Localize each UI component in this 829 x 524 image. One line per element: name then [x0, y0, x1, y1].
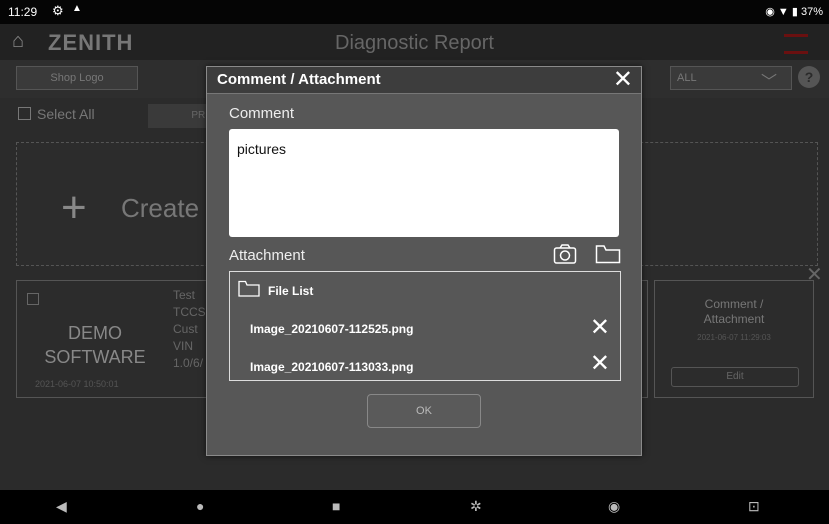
- report-detail: VIN: [173, 339, 194, 353]
- comment-card-title-line1: Comment /: [704, 297, 764, 311]
- demo-line1: DEMO: [68, 323, 122, 343]
- folder-icon[interactable]: [595, 244, 621, 269]
- comment-label: Comment: [229, 105, 295, 122]
- file-list-label: File List: [268, 284, 314, 298]
- comment-card-date: 2021-06-07 11:29:03: [697, 333, 771, 342]
- remove-file-icon[interactable]: ✕: [590, 316, 610, 340]
- home-nav-icon[interactable]: ●: [196, 498, 204, 514]
- status-bar: 11:29 ⚙ ▲ ◉ ▼ ▮ 37%: [0, 0, 829, 24]
- plus-icon: +: [61, 183, 87, 232]
- report-detail: TCCS: [173, 305, 206, 319]
- clock: 11:29: [8, 5, 38, 19]
- camera-icon[interactable]: [553, 243, 577, 270]
- dialog-title: Comment / Attachment: [217, 71, 381, 88]
- comment-value: pictures: [237, 141, 287, 157]
- navigation-bar: ◀ ● ■ ✲ ◉ ⊡: [0, 490, 829, 524]
- page-title: Diagnostic Report: [335, 32, 494, 54]
- back-icon[interactable]: ◀: [56, 498, 67, 515]
- file-list: File List Image_20210607-112525.png ✕ Im…: [229, 271, 621, 381]
- comment-card-title: Comment / Attachment: [655, 297, 813, 327]
- comment-card-title-line2: Attachment: [703, 312, 765, 326]
- report-checkbox[interactable]: [27, 293, 39, 305]
- file-item: Image_20210607-113033.png: [250, 360, 414, 374]
- remove-file-icon[interactable]: ✕: [590, 352, 610, 376]
- report-details: Test TCCS Cust VIN 1.0/6/: [173, 287, 206, 372]
- recents-icon[interactable]: ■: [332, 498, 340, 514]
- file-item: Image_20210607-112525.png: [250, 322, 414, 336]
- browser-icon[interactable]: ◉: [608, 498, 620, 515]
- comment-attachment-dialog: Comment / Attachment ✕ Comment pictures …: [206, 66, 642, 456]
- report-detail: Test: [173, 288, 196, 302]
- help-button[interactable]: ?: [798, 66, 820, 88]
- dialog-header: Comment / Attachment ✕: [207, 67, 641, 94]
- edit-button[interactable]: Edit: [671, 367, 799, 387]
- report-vehicle: DEMO SOFTWARE: [35, 321, 155, 369]
- notification-icon: ▲: [72, 3, 82, 14]
- report-detail: 1.0/6/: [173, 356, 204, 370]
- settings-nav-icon[interactable]: ✲: [470, 498, 482, 515]
- attachment-label: Attachment: [229, 247, 305, 264]
- report-date: 2021-06-07 10:50:01: [35, 379, 119, 389]
- file-list-folder-icon: [238, 280, 260, 302]
- comment-attachment-card: Comment / Attachment 2021-06-07 11:29:03…: [654, 280, 814, 398]
- filter-value: ALL: [677, 72, 697, 84]
- menu-icon[interactable]: [784, 34, 808, 54]
- settings-status-icon: ⚙: [52, 3, 64, 18]
- demo-line2: SOFTWARE: [44, 347, 146, 367]
- chevron-down-icon: ﹀: [760, 74, 777, 91]
- filter-dropdown[interactable]: ALL ﹀: [670, 66, 792, 91]
- title-bar: ⌂ ZENITH Diagnostic Report: [0, 24, 829, 60]
- battery-status: ◉ ▼ ▮ 37%: [765, 6, 823, 18]
- delete-report-icon[interactable]: ✕: [806, 262, 823, 287]
- print-button[interactable]: PRI: [148, 104, 214, 128]
- report-detail: Cust: [173, 322, 198, 336]
- ok-button[interactable]: OK: [367, 394, 481, 428]
- close-icon[interactable]: ✕: [613, 67, 633, 93]
- select-all-checkbox[interactable]: Select All: [18, 106, 95, 122]
- shop-logo-button[interactable]: Shop Logo: [16, 66, 138, 90]
- select-all-label: Select All: [37, 106, 95, 122]
- screenshot-icon[interactable]: ⊡: [748, 498, 760, 515]
- comment-input[interactable]: pictures: [229, 129, 619, 237]
- battery-percent: 37%: [800, 6, 823, 18]
- create-label: Create: [121, 193, 200, 223]
